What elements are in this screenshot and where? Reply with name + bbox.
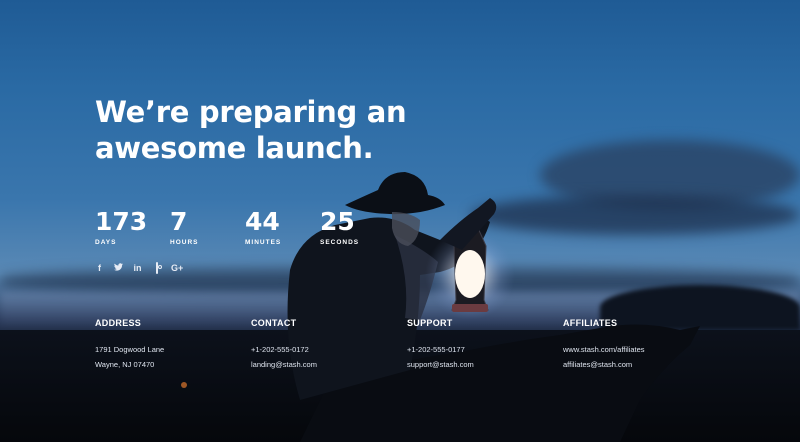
twitter-icon[interactable] (114, 263, 123, 273)
address-line-1: 1791 Dogwood Lane (95, 345, 165, 354)
support-email-link[interactable]: support@stash.com (407, 357, 557, 372)
social-links: f in G+ (95, 262, 183, 274)
linkedin-icon[interactable]: in (133, 263, 142, 273)
countdown-hours-label: HOURS (170, 239, 199, 246)
countdown-days-value: 173 (95, 207, 148, 236)
affiliates-url-link[interactable]: www.stash.com/affiliates (563, 342, 713, 357)
countdown-hours-value: 7 (170, 207, 188, 236)
address-heading: ADDRESS (95, 318, 142, 328)
contact-heading: CONTACT (251, 318, 297, 328)
countdown-seconds: 25 SECONDS (320, 207, 395, 247)
countdown-days: 173 DAYS (95, 207, 170, 247)
countdown-seconds-value: 25 (320, 207, 355, 236)
support-phone-link[interactable]: +1-202-555-0177 (407, 342, 557, 357)
affiliates-column: AFFILIATES www.stash.com/affiliates affi… (563, 318, 713, 372)
address-column: ADDRESS 1791 Dogwood Lane Wayne, NJ 0747… (95, 318, 245, 372)
address-line-2: Wayne, NJ 07470 (95, 360, 155, 369)
contact-phone-link[interactable]: +1-202-555-0172 (251, 342, 401, 357)
countdown-timer: 173 DAYS 7 HOURS 44 MINUTES 25 SECONDS (95, 207, 395, 247)
countdown-days-label: DAYS (95, 239, 117, 246)
contact-column: CONTACT +1-202-555-0172 landing@stash.co… (251, 318, 401, 372)
affiliates-heading: AFFILIATES (563, 318, 618, 328)
content-overlay: We’re preparing an awesome launch. 173 D… (0, 0, 800, 442)
instagram-icon-shape (155, 262, 158, 274)
contact-email-link[interactable]: landing@stash.com (251, 357, 401, 372)
countdown-minutes: 44 MINUTES (245, 207, 320, 247)
support-heading: SUPPORT (407, 318, 453, 328)
facebook-icon[interactable]: f (95, 263, 104, 273)
headline-line-1: We’re preparing an (95, 95, 407, 129)
support-column: SUPPORT +1-202-555-0177 support@stash.co… (407, 318, 557, 372)
countdown-seconds-label: SECONDS (320, 239, 360, 246)
countdown-minutes-label: MINUTES (245, 239, 282, 246)
countdown-hours: 7 HOURS (170, 207, 245, 247)
affiliates-email-link[interactable]: affiliates@stash.com (563, 357, 713, 372)
instagram-icon[interactable] (152, 262, 161, 274)
countdown-minutes-value: 44 (245, 207, 280, 236)
google-plus-icon[interactable]: G+ (171, 263, 183, 273)
headline-line-2: awesome launch. (95, 131, 374, 165)
launch-headline: We’re preparing an awesome launch. (95, 94, 407, 166)
